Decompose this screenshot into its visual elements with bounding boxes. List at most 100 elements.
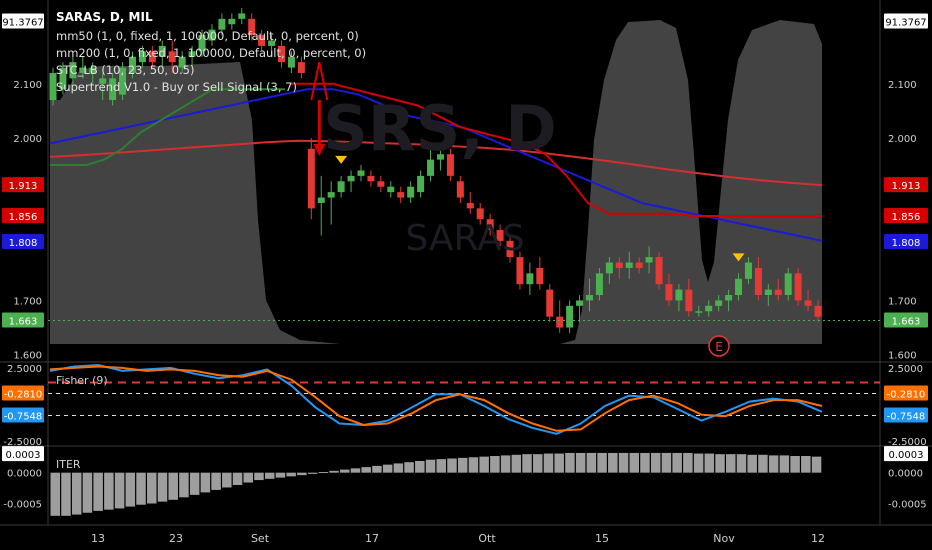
- iter-bar: [157, 472, 168, 502]
- candle-body: [397, 192, 405, 198]
- candle-body: [754, 267, 762, 296]
- iter-bar: [500, 455, 511, 473]
- candle-body: [546, 289, 554, 317]
- chart-canvas[interactable]: E 2.100 2.100 2.000 2.000 1.700 1.700 1.600 1.6…: [0, 0, 932, 550]
- y-tick-label-right: 1.700: [888, 296, 917, 307]
- candle-body: [774, 289, 782, 296]
- iter-bar: [93, 472, 103, 511]
- candle-body: [705, 305, 713, 312]
- iter-bar: [382, 464, 393, 473]
- iter-bar: [618, 452, 629, 473]
- candle-body: [695, 311, 703, 313]
- candle-body: [655, 257, 663, 285]
- y-tick-label-left: 1.700: [13, 296, 42, 307]
- iter-bar: [522, 454, 532, 473]
- iter-tag: 0.0003: [889, 450, 924, 461]
- candle-body: [735, 278, 743, 296]
- iter-bar: [726, 454, 736, 473]
- iter-bar: [361, 467, 371, 473]
- candle-body: [764, 289, 772, 296]
- iter-bar: [661, 452, 672, 473]
- iter-bar: [393, 463, 404, 473]
- iter-bar: [114, 472, 125, 509]
- candle-body: [407, 186, 415, 198]
- iter-bar: [372, 465, 382, 473]
- iter-bar: [297, 472, 307, 476]
- x-tick-label: 12: [811, 532, 825, 545]
- x-tick-label: 15: [595, 532, 609, 545]
- candle-body: [327, 192, 335, 198]
- candle-body: [307, 148, 315, 209]
- iter-bar: [404, 462, 414, 473]
- candle-body: [725, 295, 733, 301]
- fisher-tag: -0.2810: [887, 390, 926, 401]
- iter-bar: [565, 452, 575, 473]
- iter-bar: [672, 452, 682, 473]
- fisher-tag: -0.7548: [887, 411, 926, 422]
- iter-bar: [415, 460, 425, 473]
- candle-body: [635, 262, 643, 268]
- candle-body: [784, 273, 792, 296]
- iter-bar: [232, 472, 243, 485]
- iter-bar: [447, 458, 457, 473]
- candle-body: [605, 262, 613, 274]
- iter-bar: [597, 452, 607, 473]
- iter-bar: [147, 472, 157, 504]
- iter-bar: [222, 472, 232, 488]
- price-tag: 1.808: [892, 238, 921, 249]
- candle-body: [377, 181, 385, 187]
- iter-bar: [650, 452, 661, 473]
- iter-bar: [586, 452, 597, 473]
- candle-body: [556, 316, 564, 328]
- price-tag: 1.913: [9, 181, 38, 192]
- price-tag: 1.856: [892, 212, 921, 223]
- candle-body: [625, 262, 633, 268]
- iter-y-tick-right: -0.0005: [888, 500, 927, 511]
- iter-bar: [211, 472, 221, 490]
- x-tick-label: Nov: [713, 532, 735, 545]
- fisher-tag: -0.2810: [4, 390, 43, 401]
- iter-bar: [768, 455, 779, 473]
- watermark-symbol: SRS, D: [323, 92, 557, 165]
- iter-bar: [82, 472, 93, 513]
- candle-body: [526, 273, 534, 285]
- candle-body: [794, 273, 802, 301]
- y-tick-label-right: 2.100: [888, 80, 917, 91]
- iter-bar: [811, 456, 822, 473]
- iter-bar: [575, 452, 586, 473]
- candle-body: [367, 175, 375, 182]
- iter-bar: [275, 472, 286, 478]
- iter-bar: [329, 470, 339, 473]
- iter-bar: [704, 453, 715, 473]
- candle-body: [337, 181, 345, 193]
- iter-bar: [736, 454, 747, 473]
- iter-bar: [340, 469, 350, 473]
- indicator-legend-item: mm200 (1, 0, fixed, 1, 100000, Default, …: [56, 46, 366, 60]
- indicator-legend-item: STC_LB (10, 23, 50, 0.5): [56, 63, 194, 77]
- y-tick-label-right: 1.600: [888, 351, 917, 362]
- iter-bar: [629, 452, 640, 473]
- candle-body: [675, 289, 683, 301]
- iter-bar: [715, 454, 725, 473]
- candle-body: [665, 284, 673, 301]
- iter-bar: [758, 454, 768, 473]
- iter-bar: [179, 472, 189, 498]
- candle-body: [595, 273, 603, 296]
- candle-body: [456, 181, 464, 198]
- iter-bar: [608, 452, 618, 473]
- iter-bar: [71, 472, 82, 515]
- candle-body: [536, 267, 544, 285]
- price-tag: 1.856: [9, 212, 38, 223]
- iter-bar: [490, 456, 500, 473]
- y-tick-label-left: 2.100: [13, 80, 42, 91]
- fisher-title: Fisher (9): [56, 374, 108, 387]
- price-tag: 91.3767: [2, 18, 43, 29]
- candle-body: [814, 305, 822, 317]
- iter-bar: [125, 472, 136, 507]
- candle-body: [576, 300, 584, 306]
- candle-body: [347, 175, 355, 182]
- iter-bar: [318, 472, 329, 474]
- fisher-y-tick-right: 2.5000: [888, 364, 923, 375]
- iter-bar: [457, 457, 468, 473]
- iter-bar: [264, 472, 275, 479]
